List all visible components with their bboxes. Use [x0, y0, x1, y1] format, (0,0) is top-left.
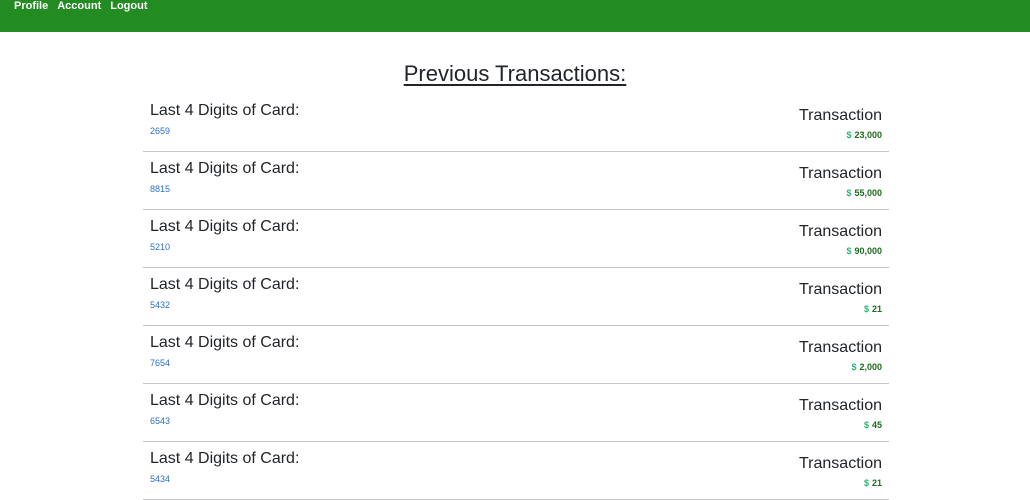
transaction-row: Last 4 Digits of Card: 5434 Transaction … [143, 442, 889, 500]
amount-value: 90,000 [854, 246, 882, 256]
dollar-icon: $ [846, 188, 852, 198]
transaction-amount: $55,000 [846, 188, 882, 199]
dollar-icon: $ [863, 304, 869, 314]
dollar-icon: $ [846, 246, 852, 256]
transaction-label: Transaction [799, 397, 882, 414]
top-navbar: Profile Account Logout [0, 0, 1030, 32]
amount-value: 21 [871, 304, 882, 314]
card-digits-value: 6543 [150, 416, 171, 426]
card-digits-label: Last 4 Digits of Card: [150, 334, 300, 351]
transaction-amount: $21 [864, 304, 882, 315]
nav-link-logout[interactable]: Logout [110, 0, 147, 13]
transaction-row: Last 4 Digits of Card: 2659 Transaction … [143, 94, 889, 152]
transaction-row: Last 4 Digits of Card: 8815 Transaction … [143, 152, 889, 210]
transaction-amount: $45 [864, 420, 882, 431]
nav-links: Profile Account Logout [14, 0, 148, 13]
card-digits-value: 5210 [150, 242, 171, 252]
card-digits-label: Last 4 Digits of Card: [150, 160, 300, 177]
card-digits-label: Last 4 Digits of Card: [150, 392, 300, 409]
card-digits-value: 8815 [150, 184, 171, 194]
transaction-amount: $2,000 [851, 362, 882, 373]
page-title: Previous Transactions: [0, 60, 1030, 88]
card-digits-value: 7654 [150, 358, 171, 368]
transaction-amount: $23,000 [846, 130, 882, 141]
transaction-amount: $21 [864, 478, 882, 489]
card-digits-value: 2659 [150, 126, 171, 136]
transaction-list: Last 4 Digits of Card: 2659 Transaction … [143, 94, 889, 500]
transaction-label: Transaction [799, 107, 882, 124]
dollar-icon: $ [863, 478, 869, 488]
card-digits-label: Last 4 Digits of Card: [150, 218, 300, 235]
transaction-label: Transaction [799, 223, 882, 240]
nav-link-account[interactable]: Account [57, 0, 101, 13]
page-title-text: Previous Transactions: [403, 61, 627, 86]
transaction-label: Transaction [799, 455, 882, 472]
dollar-icon: $ [846, 130, 852, 140]
transaction-label: Transaction [799, 165, 882, 182]
transaction-label: Transaction [799, 281, 882, 298]
card-digits-label: Last 4 Digits of Card: [150, 276, 300, 293]
amount-value: 45 [871, 420, 882, 430]
amount-value: 55,000 [854, 188, 882, 198]
transaction-row: Last 4 Digits of Card: 7654 Transaction … [143, 326, 889, 384]
transaction-row: Last 4 Digits of Card: 6543 Transaction … [143, 384, 889, 442]
dollar-icon: $ [851, 362, 857, 372]
card-digits-value: 5432 [150, 300, 171, 310]
transaction-amount: $90,000 [846, 246, 882, 257]
nav-link-profile[interactable]: Profile [14, 0, 48, 13]
transaction-row: Last 4 Digits of Card: 5432 Transaction … [143, 268, 889, 326]
transaction-row: Last 4 Digits of Card: 5210 Transaction … [143, 210, 889, 268]
card-digits-label: Last 4 Digits of Card: [150, 102, 300, 119]
transaction-label: Transaction [799, 339, 882, 356]
card-digits-label: Last 4 Digits of Card: [150, 450, 300, 467]
card-digits-value: 5434 [150, 474, 171, 484]
amount-value: 21 [871, 478, 882, 488]
amount-value: 2,000 [859, 362, 882, 372]
dollar-icon: $ [863, 420, 869, 430]
amount-value: 23,000 [854, 130, 882, 140]
